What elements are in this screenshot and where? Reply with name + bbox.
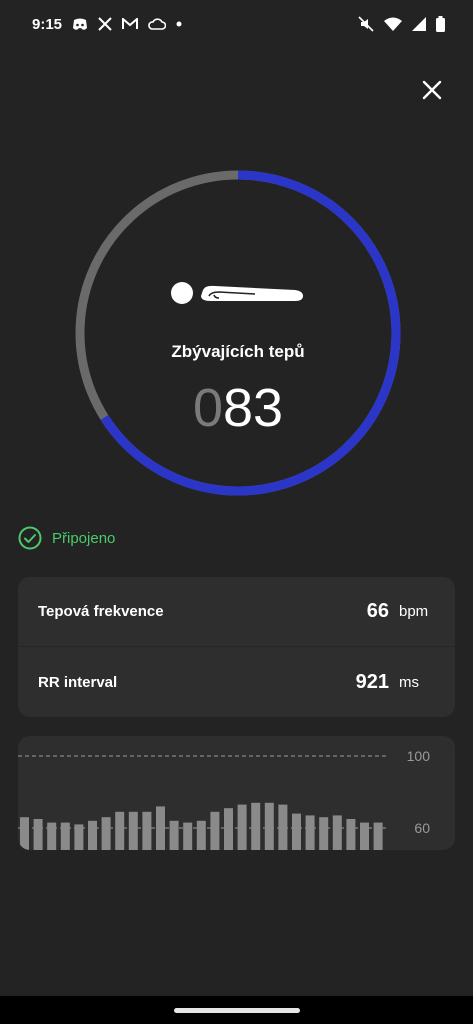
- status-bar: 9:15: [0, 0, 473, 48]
- count-value: 83: [222, 378, 284, 438]
- chart-bar: [373, 822, 383, 850]
- heart-rate-chart: 100 60: [18, 736, 455, 850]
- signal-icon: [412, 17, 426, 31]
- x-icon: [98, 17, 112, 31]
- navigation-bar: [0, 996, 473, 1024]
- chart-bar: [237, 804, 247, 850]
- chart-bar: [196, 820, 206, 850]
- connection-status: Připojeno: [18, 526, 115, 550]
- metrics-card: Tepová frekvence 66 bpm RR interval 921 …: [18, 577, 455, 717]
- metric-value: 66: [366, 600, 389, 622]
- metric-label: Tepová frekvence: [38, 603, 164, 620]
- chart-bar: [224, 808, 233, 850]
- home-handle[interactable]: [174, 1008, 300, 1013]
- y-tick-label: 100: [407, 748, 431, 764]
- status-right: [358, 16, 445, 32]
- chart-bar: [20, 817, 29, 850]
- chart-bar: [74, 824, 84, 850]
- battery-icon: [436, 16, 445, 32]
- chart-bar: [33, 819, 43, 850]
- connection-status-text: Připojeno: [52, 529, 116, 547]
- chart-bar: [60, 822, 70, 850]
- chart-bar: [169, 820, 179, 850]
- metric-label: RR interval: [38, 673, 118, 691]
- metric-row-rr-interval: RR interval 921 ms: [18, 647, 455, 717]
- chart-bar: [101, 817, 111, 850]
- remaining-beats-count: 083: [75, 378, 401, 438]
- status-time: 9:15: [32, 15, 63, 33]
- chart-bar: [210, 811, 220, 850]
- mute-icon: [358, 16, 374, 32]
- chart-bar: [251, 802, 261, 850]
- close-icon: [422, 80, 442, 100]
- gmail-icon: [122, 18, 139, 30]
- metric-value: 921: [355, 670, 389, 693]
- chart-bar: [278, 804, 288, 850]
- chart-bar: [183, 822, 193, 850]
- heart-rate-bar-chart: 100 60: [18, 748, 431, 850]
- count-leading-zero: 0: [192, 378, 223, 438]
- chart-bar: [115, 811, 125, 850]
- discord-icon: [72, 18, 88, 31]
- chart-bar: [332, 815, 342, 850]
- chart-bar: [305, 815, 315, 850]
- beats-progress-ring: Zbývajících tepů 083: [75, 170, 401, 496]
- chart-bar: [346, 819, 356, 850]
- close-button[interactable]: [416, 74, 448, 106]
- chart-bar: [88, 820, 97, 850]
- metric-unit: bpm: [399, 603, 429, 620]
- status-left: 9:15: [32, 16, 182, 33]
- chart-bar: [128, 811, 138, 850]
- metric-unit: ms: [399, 673, 419, 691]
- metric-row-heart-rate: Tepová frekvence 66 bpm: [18, 577, 455, 647]
- check-circle-icon: [18, 526, 42, 550]
- wifi-icon: [384, 17, 402, 31]
- y-tick-label: 60: [414, 820, 430, 836]
- chart-bar: [156, 806, 165, 850]
- chart-bar: [142, 811, 152, 850]
- dot-icon: [176, 21, 182, 27]
- chart-bar: [47, 822, 57, 850]
- chart-bar: [319, 817, 329, 850]
- remaining-beats-label: Zbývajících tepů: [171, 342, 305, 361]
- cloud-icon: [148, 18, 167, 30]
- chart-bar: [264, 802, 274, 850]
- chart-bar: [360, 822, 369, 850]
- chart-bar: [292, 813, 301, 850]
